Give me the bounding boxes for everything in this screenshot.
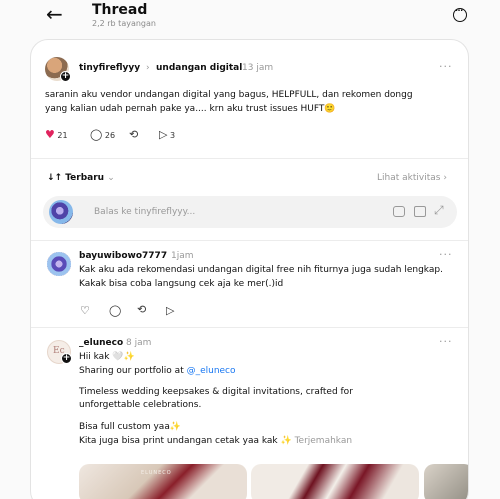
repost-icon[interactable]: ⟲: [137, 303, 146, 316]
portfolio-image[interactable]: [251, 464, 419, 499]
thread-header: ← Thread 2,2 rb tayangan: [0, 0, 500, 36]
reply-button[interactable]: ◯ 26: [90, 128, 115, 141]
comment-icon[interactable]: ◯: [109, 304, 121, 317]
comment-text-line: Kita juga bisa print undangan cetak yaa …: [79, 435, 352, 448]
text-body: Kita juga bisa print undangan cetak yaa …: [79, 436, 292, 446]
portfolio-image[interactable]: ELUNECO: [79, 464, 247, 499]
share-button[interactable]: ▷ 3: [159, 128, 175, 141]
thread-card: + tinyfireflyyy › undangan digital 13 ja…: [30, 39, 469, 499]
expand-icon[interactable]: ⤢: [434, 203, 444, 218]
reply-placeholder: Balas ke tinyfireflyyy...: [94, 207, 196, 217]
heart-filled-icon: ♥: [45, 128, 55, 141]
chevron-right-icon: ›: [443, 173, 447, 183]
divider: [31, 158, 468, 159]
comment-more-icon[interactable]: ···: [439, 248, 453, 261]
chevron-down-icon: ⌄: [107, 173, 115, 183]
send-icon: ▷: [159, 128, 168, 141]
reply-count: 26: [104, 131, 116, 140]
text-prefix: Sharing our portfolio at: [79, 366, 187, 376]
post-text-line: yang kalian udah pernah pake ya.... krn …: [45, 104, 336, 114]
comment-time: 1jam: [171, 251, 194, 261]
comment-text-line: Kakak bisa coba langsung cek aja ke mer(…: [79, 279, 284, 289]
community-link[interactable]: undangan digital: [156, 63, 242, 73]
share-count: 3: [170, 131, 176, 140]
like-button[interactable]: ♥ 21: [45, 128, 68, 141]
mention-link[interactable]: @_eluneco: [187, 366, 236, 376]
chevron-right-icon: ›: [146, 63, 150, 73]
sort-icon: ↓↑: [47, 173, 63, 183]
comment-text-line: Kak aku ada rekomendasi undangan digital…: [79, 265, 443, 275]
my-avatar: [49, 200, 73, 224]
comment-text-line: Hii kak 🤍✨: [79, 352, 135, 362]
sort-dropdown[interactable]: ↓↑ Terbaru ⌄: [47, 173, 115, 183]
comment-text-line: Sharing our portfolio at @_eluneco: [79, 365, 236, 378]
heart-icon[interactable]: ♡: [80, 304, 90, 317]
comment-username[interactable]: bayuwibowo7777: [79, 251, 167, 261]
portfolio-image[interactable]: [424, 464, 468, 499]
translate-link[interactable]: Terjemahkan: [295, 436, 353, 446]
comment-username[interactable]: _eluneco: [79, 338, 123, 348]
comment-text-line: unforgettable celebrations.: [79, 400, 202, 410]
comment-text-line: Timeless wedding keepsakes & digital inv…: [79, 387, 353, 397]
send-icon[interactable]: ▷: [166, 304, 174, 317]
comment-icon: ◯: [90, 128, 103, 141]
image-attach-icon[interactable]: [393, 206, 405, 217]
comment-more-icon[interactable]: ···: [439, 335, 453, 348]
like-count: 21: [57, 131, 68, 140]
view-count: 2,2 rb tayangan: [92, 19, 156, 28]
post-username[interactable]: tinyfireflyyy: [79, 63, 140, 73]
sort-label: Terbaru: [65, 173, 105, 183]
comment-text-line: Bisa full custom yaa✨: [79, 422, 182, 432]
avatar[interactable]: [47, 252, 71, 276]
post-text-line: saranin aku vendor undangan digital yang…: [45, 90, 413, 100]
post-more-icon[interactable]: ···: [439, 60, 453, 73]
follow-plus-icon[interactable]: +: [61, 353, 72, 364]
activity-label: Lihat aktivitas: [377, 173, 441, 183]
image-caption: ELUNECO: [141, 470, 172, 476]
more-options-icon[interactable]: [453, 6, 467, 22]
gif-icon[interactable]: [414, 206, 426, 217]
post-time: 13 jam: [242, 63, 274, 73]
comment-time: 8 jam: [126, 338, 152, 348]
divider: [31, 240, 468, 241]
follow-plus-icon[interactable]: +: [60, 71, 71, 82]
repost-icon[interactable]: ⟲: [129, 128, 138, 141]
view-activity-link[interactable]: Lihat aktivitas ›: [377, 173, 447, 183]
page-title: Thread: [92, 2, 148, 18]
divider: [31, 327, 468, 328]
back-arrow-icon[interactable]: ←: [46, 4, 63, 24]
reply-input[interactable]: Balas ke tinyfireflyyy... ⤢: [43, 196, 457, 228]
